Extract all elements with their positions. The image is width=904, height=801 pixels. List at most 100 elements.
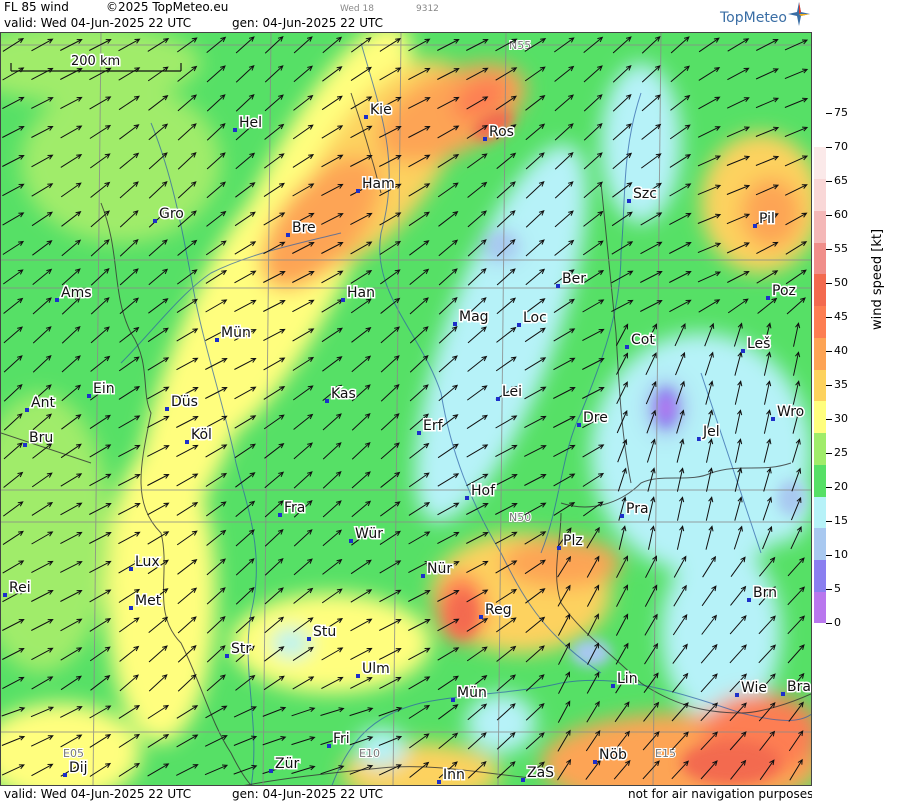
city-dot bbox=[286, 233, 290, 237]
wind-map-canvas: N55N50E05 E10 E15 200 km HelKieRosHamSzcGr… bbox=[1, 33, 811, 785]
city-label: ZaS bbox=[527, 765, 554, 781]
legend-tick bbox=[826, 385, 832, 386]
city-dot bbox=[233, 128, 237, 132]
city-dot bbox=[437, 780, 441, 784]
city-marker[interactable]: Ham bbox=[356, 175, 396, 194]
city-label: Hel bbox=[239, 115, 262, 131]
legend-color-bar bbox=[814, 147, 826, 624]
city-label: Dre bbox=[583, 410, 608, 426]
city-label: Köl bbox=[191, 427, 212, 443]
city-marker[interactable]: Ams bbox=[55, 284, 93, 303]
wind-map[interactable]: N55 N50 E05 E10 E15 200 km Hel Kie Ros Ham Szc Gr… bbox=[0, 32, 812, 786]
valid-time: valid: Wed 04-Jun-2025 22 UTC bbox=[4, 16, 192, 30]
legend-tick-label: 55 bbox=[834, 242, 848, 255]
legend-color-step bbox=[814, 147, 826, 180]
legend-tick-label: 65 bbox=[834, 174, 848, 187]
city-label: Plz bbox=[563, 533, 583, 549]
legend-tick-label: 40 bbox=[834, 344, 848, 357]
legend-tick-label: 20 bbox=[834, 480, 848, 493]
logo-text: TopMeteo bbox=[720, 10, 787, 26]
city-dot bbox=[356, 674, 360, 678]
city-label: Lux bbox=[135, 554, 160, 570]
city-label: Szc bbox=[633, 186, 657, 202]
city-dot bbox=[517, 323, 521, 327]
city-label: Bre bbox=[292, 220, 316, 236]
legend-color-step bbox=[814, 400, 826, 434]
legend-tick-label: 15 bbox=[834, 514, 848, 527]
city-label: Hof bbox=[471, 483, 496, 499]
city-dot bbox=[364, 115, 368, 119]
city-label: Nür bbox=[427, 561, 452, 577]
city-label: Lei bbox=[502, 384, 522, 400]
legend-color-step bbox=[814, 273, 826, 307]
city-marker[interactable]: Nöb bbox=[593, 746, 629, 765]
city-label: Mün bbox=[221, 325, 251, 341]
city-label: Dij bbox=[69, 760, 88, 776]
city-label: Rei bbox=[9, 580, 31, 596]
city-dot bbox=[55, 298, 59, 302]
city-label: Ulm bbox=[362, 661, 390, 677]
legend-color-step bbox=[814, 369, 826, 402]
city-label: Zür bbox=[275, 756, 299, 772]
city-label: Inn bbox=[443, 767, 465, 783]
city-dot bbox=[735, 693, 739, 697]
city-label: Mag bbox=[459, 309, 489, 325]
city-dot bbox=[625, 345, 629, 349]
city-label: Reg bbox=[485, 602, 512, 618]
city-label: Wro bbox=[777, 404, 804, 420]
city-dot bbox=[278, 513, 282, 517]
city-marker[interactable]: Mün bbox=[215, 324, 252, 343]
city-marker[interactable]: Mün bbox=[451, 684, 488, 703]
run-code: 9312 bbox=[416, 4, 439, 14]
city-dot bbox=[185, 440, 189, 444]
city-marker[interactable]: Han bbox=[341, 284, 376, 303]
city-marker[interactable]: Ulm bbox=[356, 660, 391, 679]
city-label: Stu bbox=[313, 624, 336, 640]
city-dot bbox=[741, 349, 745, 353]
legend-tick-label: 30 bbox=[834, 412, 848, 425]
city-label: Ein bbox=[93, 381, 115, 397]
legend-tick bbox=[826, 521, 832, 522]
city-label: Ant bbox=[31, 395, 55, 411]
city-dot bbox=[129, 606, 133, 610]
city-marker[interactable]: Wür bbox=[349, 525, 385, 544]
city-label: Brn bbox=[753, 585, 777, 601]
city-label: Gro bbox=[159, 206, 184, 222]
wind-speed-region bbox=[21, 83, 221, 243]
legend-tick-label: 5 bbox=[834, 582, 841, 595]
city-label: Lin bbox=[617, 671, 638, 687]
city-label: Bru bbox=[29, 430, 53, 446]
city-dot bbox=[325, 399, 329, 403]
city-label: Jel bbox=[702, 424, 720, 440]
city-dot bbox=[25, 408, 29, 412]
city-dot bbox=[349, 539, 353, 543]
city-label: Düs bbox=[171, 394, 198, 410]
city-marker[interactable]: Mag bbox=[453, 308, 490, 327]
legend-tick bbox=[826, 215, 832, 216]
header-bar: FL 85 wind ©2025 TopMeteo.eu Wed 18 9312… bbox=[0, 0, 812, 32]
wind-speed-core bbox=[489, 234, 513, 252]
city-label: Nöb bbox=[599, 747, 627, 763]
city-label: Pra bbox=[626, 501, 649, 517]
legend-tick-label: 35 bbox=[834, 378, 848, 391]
city-dot bbox=[781, 692, 785, 696]
day-code: Wed 18 bbox=[340, 4, 374, 14]
city-label: Erf bbox=[423, 418, 444, 434]
legend-tick-label: 10 bbox=[834, 548, 848, 561]
city-dot bbox=[556, 284, 560, 288]
city-dot bbox=[496, 397, 500, 401]
city-dot bbox=[225, 654, 229, 658]
city-label: Kie bbox=[370, 102, 392, 118]
city-dot bbox=[451, 698, 455, 702]
city-label: Leš bbox=[747, 336, 770, 352]
city-dot bbox=[521, 778, 525, 782]
city-label: Wür bbox=[355, 526, 383, 542]
city-label: Ams bbox=[61, 285, 92, 301]
city-dot bbox=[465, 496, 469, 500]
legend-color-step bbox=[814, 496, 826, 529]
city-dot bbox=[627, 199, 631, 203]
legend-tick bbox=[826, 317, 832, 318]
legend-tick bbox=[826, 283, 832, 284]
legend-color-step bbox=[814, 559, 826, 592]
legend-color-step bbox=[814, 591, 826, 624]
